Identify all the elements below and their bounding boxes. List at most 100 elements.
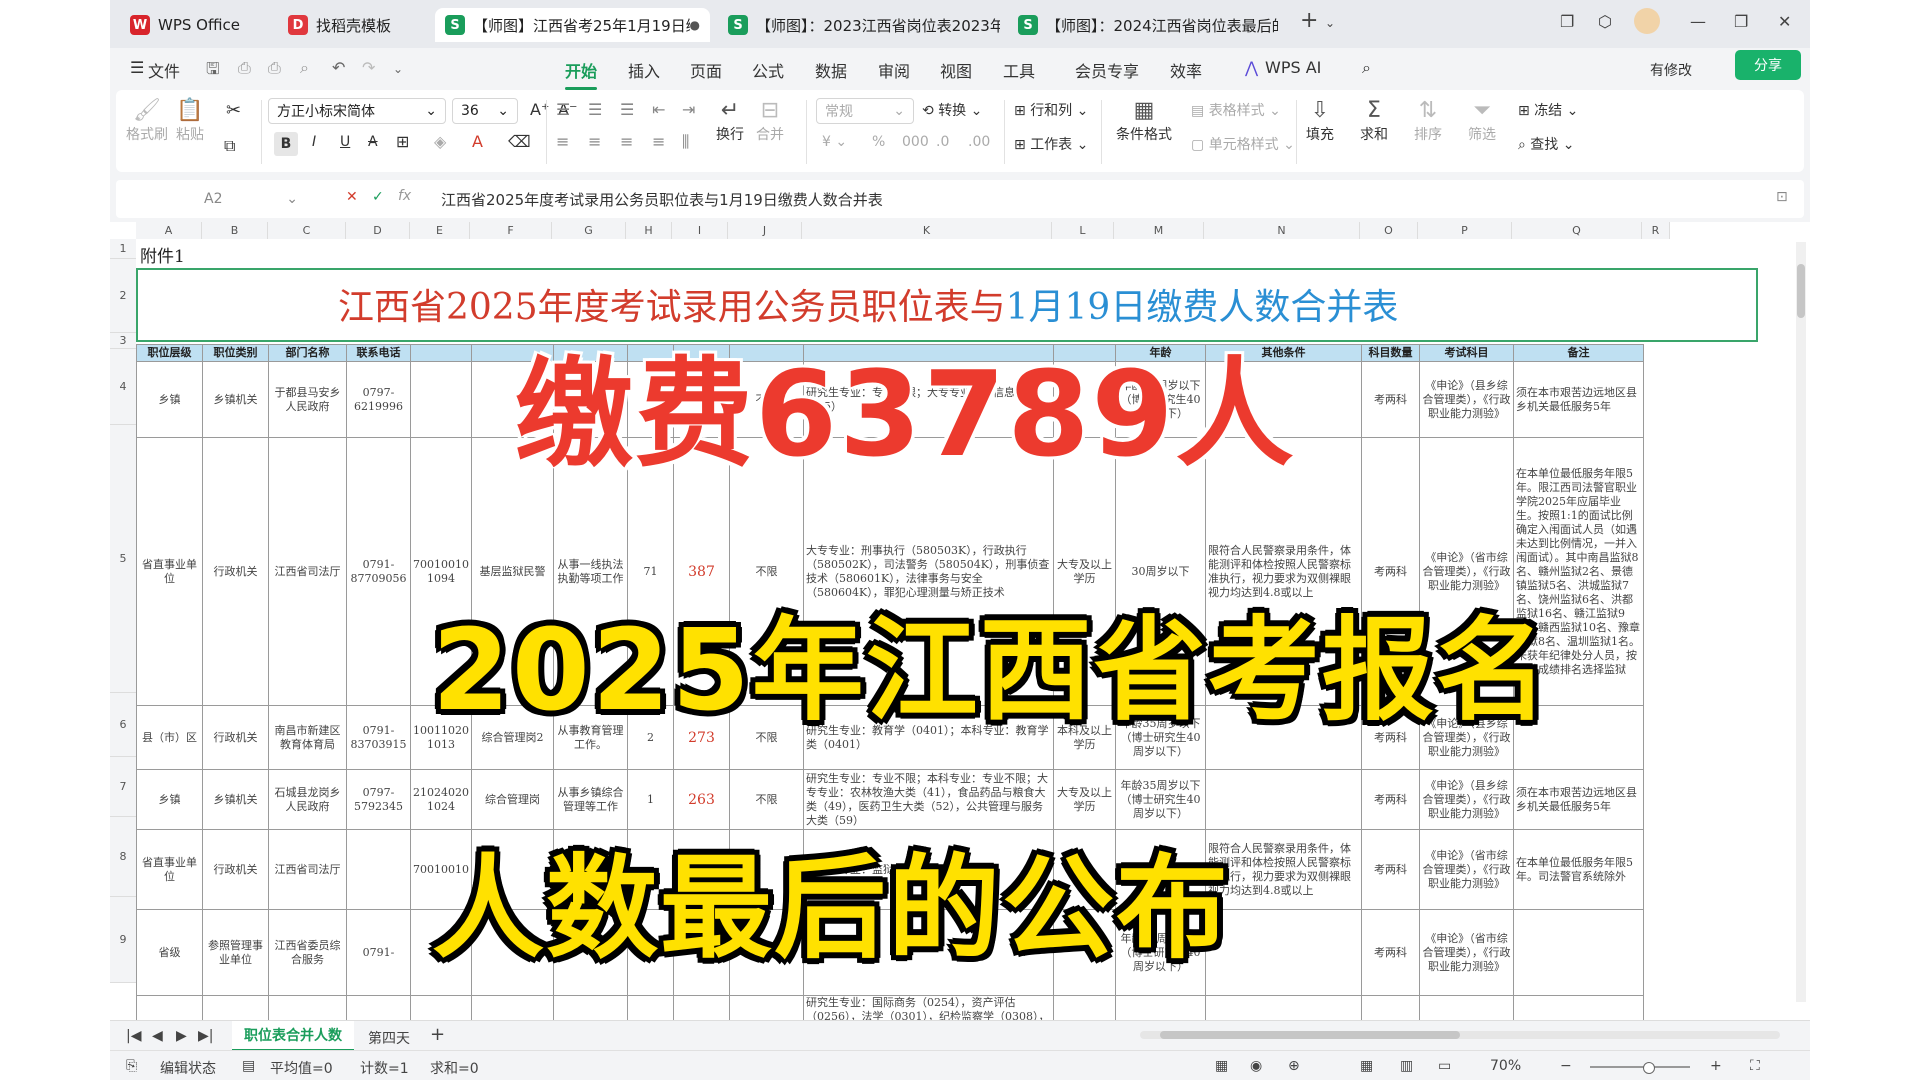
bold-button[interactable]: B: [274, 132, 298, 156]
crosshair-icon[interactable]: ⊕: [1288, 1058, 1300, 1074]
tab-sheet-2024[interactable]: S 【师图】：2024江西省岗位表最后的: [1008, 8, 1278, 42]
confirm-edit-icon[interactable]: ✓: [372, 189, 384, 205]
column-header-R[interactable]: R: [1642, 222, 1670, 239]
cell-a1[interactable]: 附件1: [140, 242, 185, 267]
table-cell[interactable]: 乡镇机关: [202, 769, 269, 830]
tab-list-chevron-icon[interactable]: ⌄: [1325, 16, 1335, 30]
clear-format-icon[interactable]: ⌫: [508, 132, 531, 151]
filter-button[interactable]: ⏷ 筛选: [1468, 98, 1496, 144]
number-format-select[interactable]: 常规 ⌄: [816, 98, 914, 124]
table-cell[interactable]: 南昌市新建区教育体育局: [268, 705, 347, 770]
sheet-tab-other[interactable]: 第四天: [368, 1028, 410, 1048]
table-cell[interactable]: 乡镇机关: [202, 361, 269, 438]
prev-sheet-icon[interactable]: ◀: [152, 1028, 163, 1044]
menu-tab-tools[interactable]: 工具: [1003, 58, 1035, 82]
italic-button[interactable]: I: [312, 134, 316, 150]
menu-tab-review[interactable]: 审阅: [878, 58, 910, 82]
search-icon[interactable]: ⌕: [1362, 58, 1371, 78]
fill-color-icon[interactable]: ◈: [434, 132, 446, 151]
column-header-M[interactable]: M: [1114, 222, 1204, 239]
font-color-icon[interactable]: A: [472, 132, 483, 151]
underline-button[interactable]: U: [340, 134, 350, 150]
hamburger-icon[interactable]: ☰: [130, 58, 144, 77]
column-header-B[interactable]: B: [202, 222, 268, 239]
cell-style-button[interactable]: ▢ 单元格样式 ⌄: [1191, 134, 1295, 154]
macro-icon[interactable]: ⎘: [126, 1058, 137, 1074]
table-cell[interactable]: [268, 995, 347, 1020]
table-cell[interactable]: 考两科: [1361, 909, 1420, 996]
table-cell[interactable]: 考两科: [1361, 361, 1420, 438]
formula-input[interactable]: 江西省2025年度考试录用公务员职位表与1月19日缴费人数合并表: [441, 189, 883, 210]
close-window-icon[interactable]: ✕: [1778, 12, 1791, 31]
row-header-3[interactable]: 3: [110, 333, 136, 349]
quick-access-chevron-icon[interactable]: ⌄: [393, 62, 403, 76]
table-cell[interactable]: [1361, 995, 1420, 1020]
zoom-slider-knob[interactable]: [1643, 1062, 1656, 1074]
table-cell[interactable]: [202, 995, 269, 1020]
menu-tab-data[interactable]: 数据: [815, 58, 847, 82]
tab-wps-office[interactable]: W WPS Office: [120, 8, 270, 42]
table-cell[interactable]: 行政机关: [202, 705, 269, 770]
border-icon[interactable]: ⊞: [396, 132, 409, 151]
distributed-icon[interactable]: ⫼: [682, 132, 689, 152]
convert-button[interactable]: ⟲ 转换 ⌄: [922, 100, 982, 120]
table-cell[interactable]: 0791-87709056: [346, 437, 411, 706]
freeze-button[interactable]: ⊞ 冻结 ⌄: [1518, 100, 1578, 120]
redo-icon[interactable]: ↷: [362, 58, 375, 77]
column-header-I[interactable]: I: [672, 222, 728, 239]
menu-tab-insert[interactable]: 插入: [628, 58, 660, 82]
table-cell[interactable]: 0791-: [346, 909, 411, 996]
table-header-cell[interactable]: 备注: [1513, 344, 1644, 362]
row-header-6[interactable]: 6: [110, 693, 136, 757]
sort-button[interactable]: ⇅ 排序: [1414, 98, 1442, 144]
table-cell[interactable]: [673, 995, 730, 1020]
table-cell[interactable]: 须在本市艰苦边远地区县乡机关最低服务5年: [1513, 361, 1644, 438]
tab-sheet-2023[interactable]: S 【师图】：2023江西省岗位表2023年: [718, 8, 1000, 42]
avatar[interactable]: [1634, 8, 1660, 34]
horizontal-scroll-thumb[interactable]: [1160, 1031, 1460, 1039]
column-header-P[interactable]: P: [1418, 222, 1512, 239]
table-cell[interactable]: 行政机关: [202, 437, 269, 706]
row-header-7[interactable]: 7: [110, 757, 136, 817]
row-header-1[interactable]: 1: [110, 239, 136, 259]
table-header-cell[interactable]: 联系电话: [346, 344, 411, 362]
table-cell[interactable]: [1419, 995, 1514, 1020]
column-header-C[interactable]: C: [268, 222, 346, 239]
zoom-out-icon[interactable]: −: [1560, 1058, 1572, 1074]
table-cell[interactable]: [410, 995, 472, 1020]
currency-icon[interactable]: ¥ ⌄: [822, 134, 847, 150]
next-sheet-icon[interactable]: ▶: [176, 1028, 187, 1044]
tab-active-sheet[interactable]: S 【师图】江西省考25年1月19日缴 ●: [435, 8, 710, 42]
fullscreen-icon[interactable]: ⛶: [1750, 1058, 1760, 1074]
print-preview-icon[interactable]: ⌕: [300, 58, 309, 78]
spreadsheet-view-icon[interactable]: ▦: [1215, 1058, 1228, 1074]
table-cell[interactable]: 行政机关: [202, 829, 269, 910]
table-cell[interactable]: [553, 995, 628, 1020]
font-name-select[interactable]: 方正小标宋简体 ⌄: [268, 98, 446, 124]
table-cell[interactable]: 参照管理事业单位: [202, 909, 269, 996]
table-cell[interactable]: 江西省司法厅: [268, 437, 347, 706]
cell-reference-box[interactable]: A2 ⌄: [126, 186, 306, 212]
table-cell[interactable]: 0797-5792345: [346, 769, 411, 830]
row-header-9[interactable]: 9: [110, 897, 136, 983]
table-header-cell[interactable]: 职位类别: [202, 344, 269, 362]
column-header-G[interactable]: G: [552, 222, 626, 239]
zoom-slider[interactable]: [1590, 1062, 1690, 1074]
table-header-cell[interactable]: [410, 344, 472, 362]
worksheet-button[interactable]: ⊞ 工作表 ⌄: [1014, 134, 1088, 154]
column-header-Q[interactable]: Q: [1512, 222, 1642, 239]
find-button[interactable]: ⌕ 查找 ⌄: [1518, 134, 1574, 154]
export-icon[interactable]: ⎙: [238, 58, 251, 78]
column-header-O[interactable]: O: [1360, 222, 1418, 239]
table-cell[interactable]: 省直事业单位: [136, 829, 203, 910]
merge-button[interactable]: ⊟ 合并: [756, 98, 784, 144]
table-cell[interactable]: [1513, 995, 1644, 1020]
table-cell[interactable]: 于都县马安乡人民政府: [268, 361, 347, 438]
paste-button[interactable]: 📋 粘贴: [176, 98, 204, 144]
column-header-L[interactable]: L: [1052, 222, 1114, 239]
align-bottom-icon[interactable]: ☰: [620, 100, 634, 119]
eye-icon[interactable]: ◉: [1250, 1058, 1262, 1074]
table-header-cell[interactable]: 考试科目: [1419, 344, 1514, 362]
last-sheet-icon[interactable]: ▶|: [198, 1028, 213, 1044]
column-header-A[interactable]: A: [136, 222, 202, 239]
